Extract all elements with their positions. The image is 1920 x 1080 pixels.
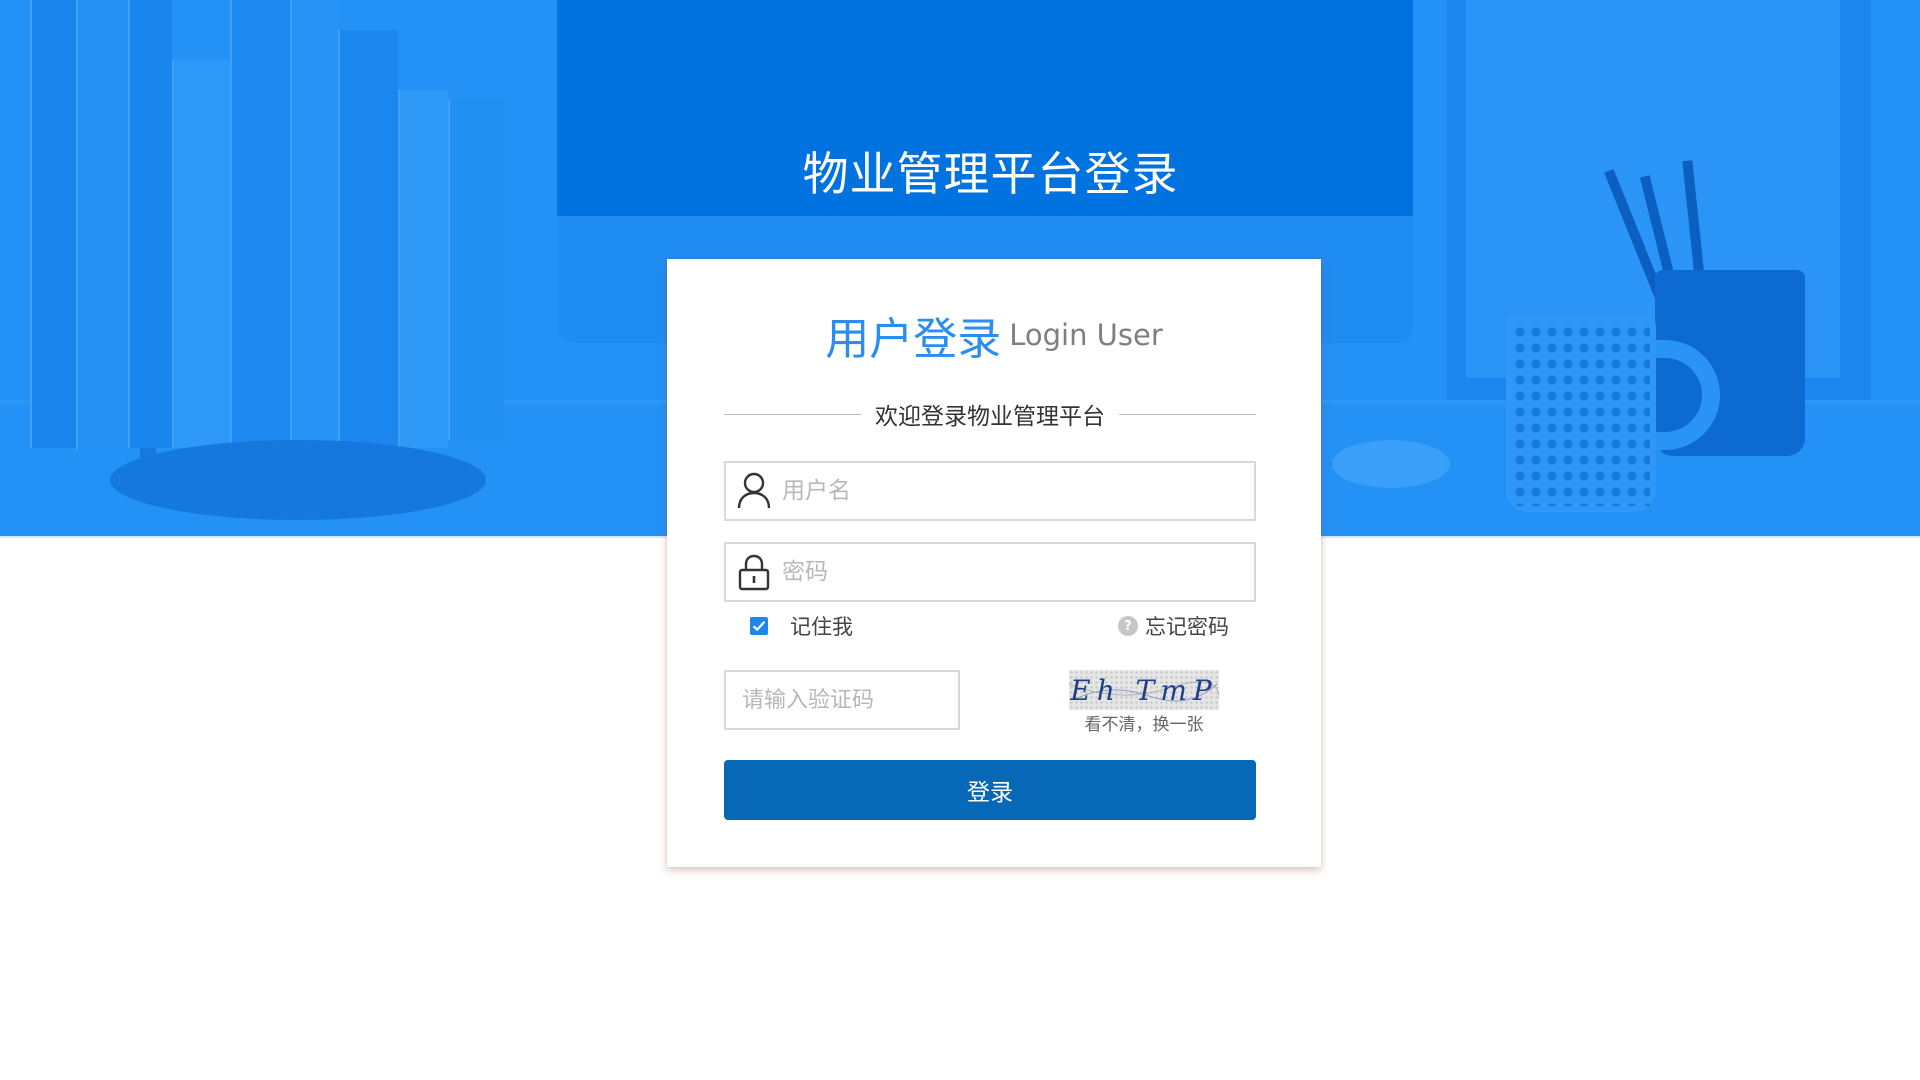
password-input[interactable] xyxy=(782,544,1254,600)
captcha-image[interactable]: Eh TmP xyxy=(1069,670,1219,710)
background-book xyxy=(338,30,398,448)
forgot-password-link[interactable]: ? 忘记密码 xyxy=(1118,611,1229,641)
background-book xyxy=(76,0,128,450)
captcha-refresh-link[interactable]: 看不清，换一张 xyxy=(1048,710,1240,735)
username-field[interactable] xyxy=(724,461,1256,521)
captcha-image-text: Eh TmP xyxy=(1070,673,1218,707)
forgot-password-label[interactable]: 忘记密码 xyxy=(1145,611,1229,641)
welcome-text: 欢迎登录物业管理平台 xyxy=(875,404,1105,430)
background-mug-pattern xyxy=(1512,324,1650,506)
login-card: 用户登录 Login User 欢迎登录物业管理平台 用户名 记住我 ? 忘记密… xyxy=(667,259,1321,867)
background-book xyxy=(30,0,76,448)
checkbox-checked-icon[interactable] xyxy=(750,617,768,635)
card-heading-english: Login User xyxy=(1009,318,1163,352)
username-input[interactable] xyxy=(782,463,1254,519)
captcha-field[interactable] xyxy=(724,670,960,730)
welcome-divider: 欢迎登录物业管理平台 xyxy=(724,399,1256,430)
password-field[interactable] xyxy=(724,542,1256,602)
page-title: 物业管理平台登录 xyxy=(802,147,1179,201)
login-button[interactable]: 登录 xyxy=(724,760,1256,820)
background-mouse xyxy=(1332,440,1450,488)
captcha-input[interactable] xyxy=(726,672,958,728)
remember-me[interactable]: 记住我 xyxy=(750,611,853,641)
lock-icon xyxy=(726,544,782,600)
background-book xyxy=(290,0,338,448)
remember-me-label[interactable]: 记住我 xyxy=(790,611,853,641)
user-icon xyxy=(726,463,782,519)
background-lamp-base xyxy=(110,440,486,520)
background-book xyxy=(230,0,290,448)
background-book xyxy=(172,60,230,448)
help-circle-icon: ? xyxy=(1118,616,1138,636)
divider-line-left xyxy=(724,413,861,415)
background-book xyxy=(128,0,172,448)
card-heading: 用户登录 Login User xyxy=(667,303,1321,367)
divider-line-right xyxy=(1119,413,1256,415)
card-heading-chinese: 用户登录 xyxy=(825,314,1002,365)
